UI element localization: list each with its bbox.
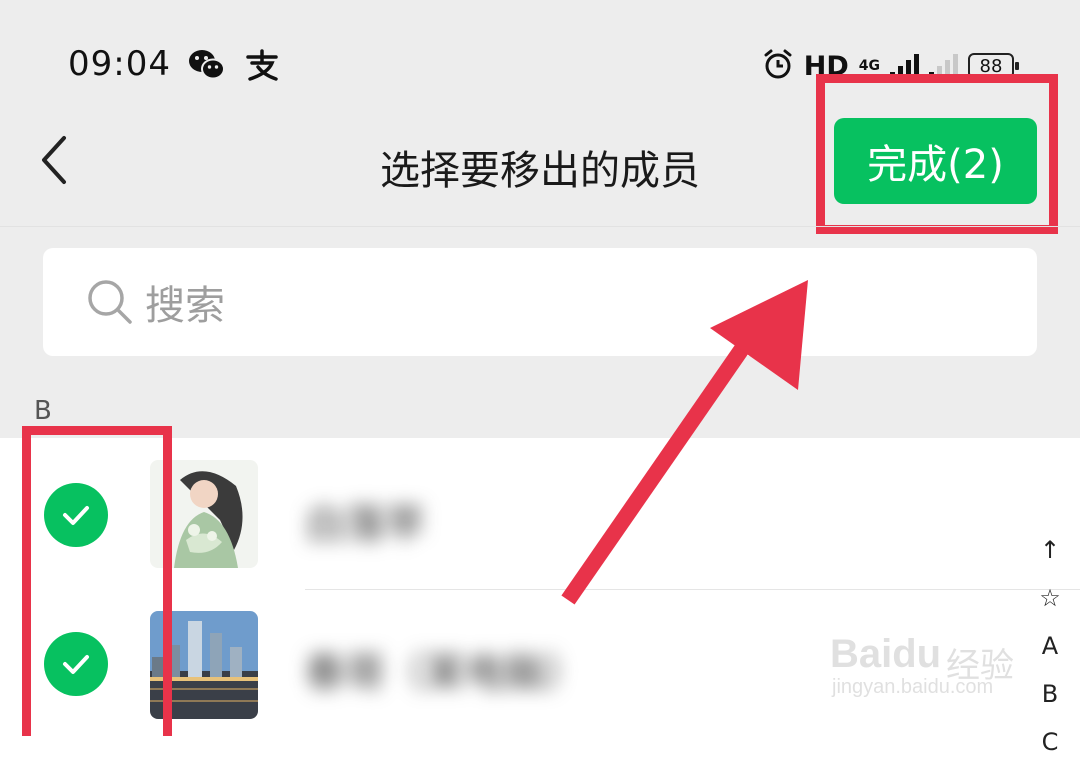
battery-icon: 88 <box>968 53 1019 79</box>
avatar <box>150 460 258 568</box>
section-header: B <box>34 396 52 426</box>
battery-level: 88 <box>979 55 1003 77</box>
member-name: 白落苹 <box>305 502 425 548</box>
divider <box>0 226 1080 227</box>
wechat-icon <box>188 48 226 82</box>
alipay-icon <box>244 48 280 82</box>
alphabet-index-bar[interactable]: ↑ ☆ A B C <box>1032 526 1068 766</box>
index-item-top[interactable]: ↑ <box>1040 526 1060 574</box>
checkbox-checked[interactable] <box>44 483 108 547</box>
checkmark-icon <box>63 655 89 674</box>
member-name: 春哥（某电脑） <box>305 650 585 696</box>
checkbox-checked[interactable] <box>44 632 108 696</box>
index-item-b[interactable]: B <box>1042 670 1058 718</box>
index-item-star[interactable]: ☆ <box>1039 574 1061 622</box>
search-bar[interactable]: 搜索 <box>43 248 1037 356</box>
signal-strong-icon <box>890 52 919 80</box>
avatar-image <box>150 460 258 568</box>
search-icon <box>88 280 132 324</box>
avatar-image <box>150 611 258 719</box>
member-row[interactable]: 春哥（某电脑） <box>0 590 1040 740</box>
index-item-a[interactable]: A <box>1042 622 1058 670</box>
signal-weak-icon <box>929 52 958 80</box>
checkmark-icon <box>63 506 89 525</box>
done-button[interactable]: 完成(2) <box>834 118 1037 204</box>
avatar <box>150 611 258 719</box>
status-indicators: HD 4G 88 <box>762 44 1019 88</box>
index-item-c[interactable]: C <box>1042 718 1059 766</box>
search-placeholder: 搜索 <box>145 283 225 329</box>
member-row[interactable]: 白落苹 <box>0 440 1040 590</box>
status-time: 09:04 <box>68 44 171 84</box>
alarm-icon <box>762 48 794 84</box>
network-type: 4G <box>858 58 880 74</box>
hd-indicator: HD <box>803 50 849 82</box>
